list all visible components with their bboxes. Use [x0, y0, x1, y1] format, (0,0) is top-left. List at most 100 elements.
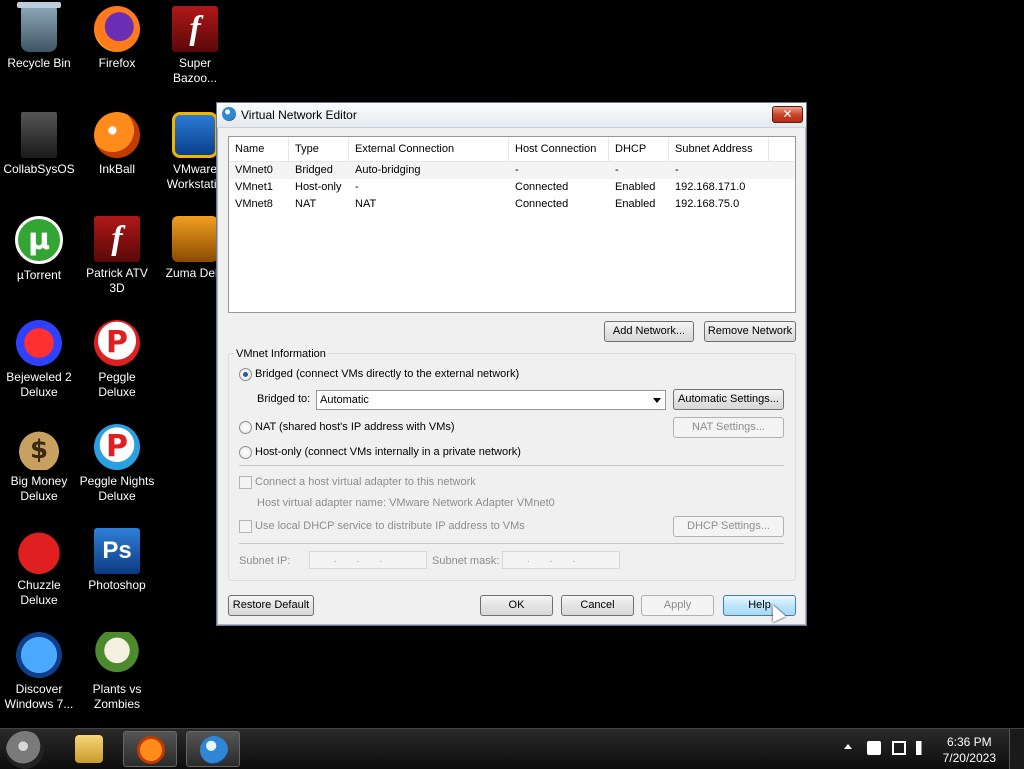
desktop-icon-label: Peggle Deluxe [98, 370, 136, 399]
column-header-name[interactable]: Name [229, 137, 289, 161]
desktop-icon-collabsysos[interactable]: CollabSysOS [0, 112, 78, 177]
desktop-icon-label: Plants vs Zombies [92, 682, 142, 711]
host-only-radio-label[interactable]: Host-only (connect VMs internally in a p… [255, 446, 521, 458]
inkball-icon [137, 736, 165, 764]
nat-settings-button[interactable]: NAT Settings... [673, 417, 784, 438]
desktop-icon-label: Super Bazoo... [172, 56, 218, 85]
desktop-icon-peggle-deluxe[interactable]: P Peggle Deluxe [78, 320, 156, 400]
nat-radio[interactable] [239, 421, 252, 434]
cell-type: Host-only [295, 181, 342, 193]
taskbar-inkball[interactable] [123, 731, 177, 767]
window-title: Virtual Network Editor [241, 108, 357, 122]
help-button[interactable]: Help [723, 595, 796, 616]
zuma-icon [172, 216, 218, 262]
desktop-icon-photoshop[interactable]: Ps Photoshop [78, 528, 156, 593]
recycle-bin-icon [17, 2, 61, 52]
subnet-ip-label: Subnet IP: [239, 555, 291, 567]
virtual-network-editor-window: Virtual Network Editor ✕ Name Type Exter… [216, 102, 807, 626]
desktop-icon-patrick-atv[interactable]: f Patrick ATV 3D [78, 216, 156, 296]
desktop-icon-inkball[interactable]: InkBall [78, 112, 156, 177]
collabsysos-icon [21, 112, 57, 158]
host-only-radio[interactable] [239, 446, 252, 459]
column-header-subnet-address[interactable]: Subnet Address [669, 137, 769, 161]
dhcp-settings-button[interactable]: DHCP Settings... [673, 516, 784, 537]
desktop-icon-label: Chuzzle Deluxe [17, 578, 61, 607]
column-header-type[interactable]: Type [289, 137, 349, 161]
title-bar[interactable]: Virtual Network Editor ✕ [217, 103, 806, 128]
flash-icon: f [94, 216, 140, 262]
bridged-radio-label[interactable]: Bridged (connect VMs directly to the ext… [255, 368, 519, 380]
desktop-icon-super-bazooka[interactable]: f Super Bazoo... [156, 6, 234, 86]
apply-button[interactable]: Apply [641, 595, 714, 616]
desktop-icon-recycle-bin[interactable]: Recycle Bin [0, 2, 78, 71]
table-row[interactable]: VMnet8 NAT NAT Connected Enabled 192.168… [229, 196, 795, 213]
utorrent-icon: µ [15, 216, 63, 264]
desktop-icon-bejeweled-2[interactable]: Bejeweled 2 Deluxe [0, 320, 78, 400]
bridged-to-select[interactable]: Automatic [316, 390, 666, 410]
automatic-settings-button[interactable]: Automatic Settings... [673, 389, 784, 410]
column-header-external-connection[interactable]: External Connection [349, 137, 509, 161]
desktop-icon-utorrent[interactable]: µ µTorrent [0, 216, 78, 283]
desktop-icon-firefox[interactable]: Firefox [78, 6, 156, 71]
vmnet-information-title: VMnet Information [234, 348, 328, 360]
nat-radio-label[interactable]: NAT (shared host's IP address with VMs) [255, 421, 455, 433]
action-center-icon[interactable] [867, 741, 881, 755]
desktop-icon-label: Firefox [98, 56, 136, 70]
clock[interactable]: 6:36 PM 7/20/2023 [943, 734, 996, 766]
clock-time: 6:36 PM [946, 735, 992, 749]
subnet-ip-field[interactable]: ... [309, 551, 427, 569]
column-header-dhcp[interactable]: DHCP [609, 137, 669, 161]
taskbar-virtual-network-editor[interactable] [186, 731, 240, 767]
subnet-mask-field[interactable]: ... [502, 551, 620, 569]
cell-subnet-address: - [675, 164, 679, 176]
desktop-icon-label: InkBall [98, 162, 136, 176]
network-icon[interactable] [892, 741, 906, 755]
chevron-up-icon[interactable] [844, 744, 852, 749]
dhcp-checkbox[interactable] [239, 520, 252, 533]
vmware-icon [172, 112, 218, 158]
bridged-radio[interactable] [239, 368, 252, 381]
bridged-to-label: Bridged to: [257, 393, 311, 405]
cell-host-connection: - [515, 164, 519, 176]
volume-muted-icon[interactable] [916, 741, 930, 755]
firefox-icon [94, 6, 140, 52]
network-globe-icon [222, 107, 236, 121]
desktop-icon-label: Peggle Nights Deluxe [79, 474, 155, 503]
cell-dhcp: - [615, 164, 619, 176]
dhcp-label[interactable]: Use local DHCP service to distribute IP … [255, 520, 525, 532]
table-row[interactable]: VMnet1 Host-only - Connected Enabled 192… [229, 179, 795, 196]
network-list[interactable]: Name Type External Connection Host Conne… [228, 136, 796, 313]
column-header-host-connection[interactable]: Host Connection [509, 137, 609, 161]
cell-dhcp: Enabled [615, 181, 656, 193]
desktop-icon-discover-windows[interactable]: Discover Windows 7... [0, 632, 78, 712]
taskbar-explorer[interactable] [62, 731, 116, 767]
network-globe-icon [200, 736, 228, 764]
close-button[interactable]: ✕ [772, 106, 803, 123]
bejeweled-icon [16, 320, 62, 366]
desktop-icon-label: Patrick ATV 3D [86, 266, 148, 295]
desktop-icon-label: Discover Windows 7... [4, 682, 74, 711]
restore-default-button[interactable]: Restore Default [228, 595, 314, 616]
list-header: Name Type External Connection Host Conne… [229, 137, 795, 162]
cell-subnet-address: 192.168.75.0 [675, 198, 740, 210]
peggle-icon: P [94, 320, 140, 366]
desktop-icon-big-money[interactable]: $ Big Money Deluxe [0, 424, 78, 504]
peggle-nights-icon: P [94, 424, 140, 470]
subnet-mask-label: Subnet mask: [432, 555, 500, 567]
table-row[interactable]: VMnet0 Bridged Auto-bridging - - - [229, 162, 795, 179]
adapter-name-text: Host virtual adapter name: VMware Networ… [257, 497, 555, 509]
cancel-button[interactable]: Cancel [561, 595, 634, 616]
desktop-icon-plants-vs-zombies[interactable]: Plants vs Zombies [78, 632, 156, 712]
plants-vs-zombies-icon [94, 632, 140, 678]
start-button[interactable] [6, 731, 44, 769]
show-desktop-button[interactable] [1009, 729, 1024, 769]
connect-adapter-label[interactable]: Connect a host virtual adapter to this n… [255, 476, 476, 488]
cell-name: VMnet1 [235, 181, 273, 193]
add-network-button[interactable]: Add Network... [604, 321, 694, 342]
remove-network-button[interactable]: Remove Network [704, 321, 796, 342]
desktop-icon-peggle-nights[interactable]: P Peggle Nights Deluxe [78, 424, 156, 504]
ok-button[interactable]: OK [480, 595, 553, 616]
desktop-icon-chuzzle[interactable]: Chuzzle Deluxe [0, 528, 78, 608]
connect-adapter-checkbox[interactable] [239, 476, 252, 489]
bridged-to-value: Automatic [320, 394, 369, 406]
